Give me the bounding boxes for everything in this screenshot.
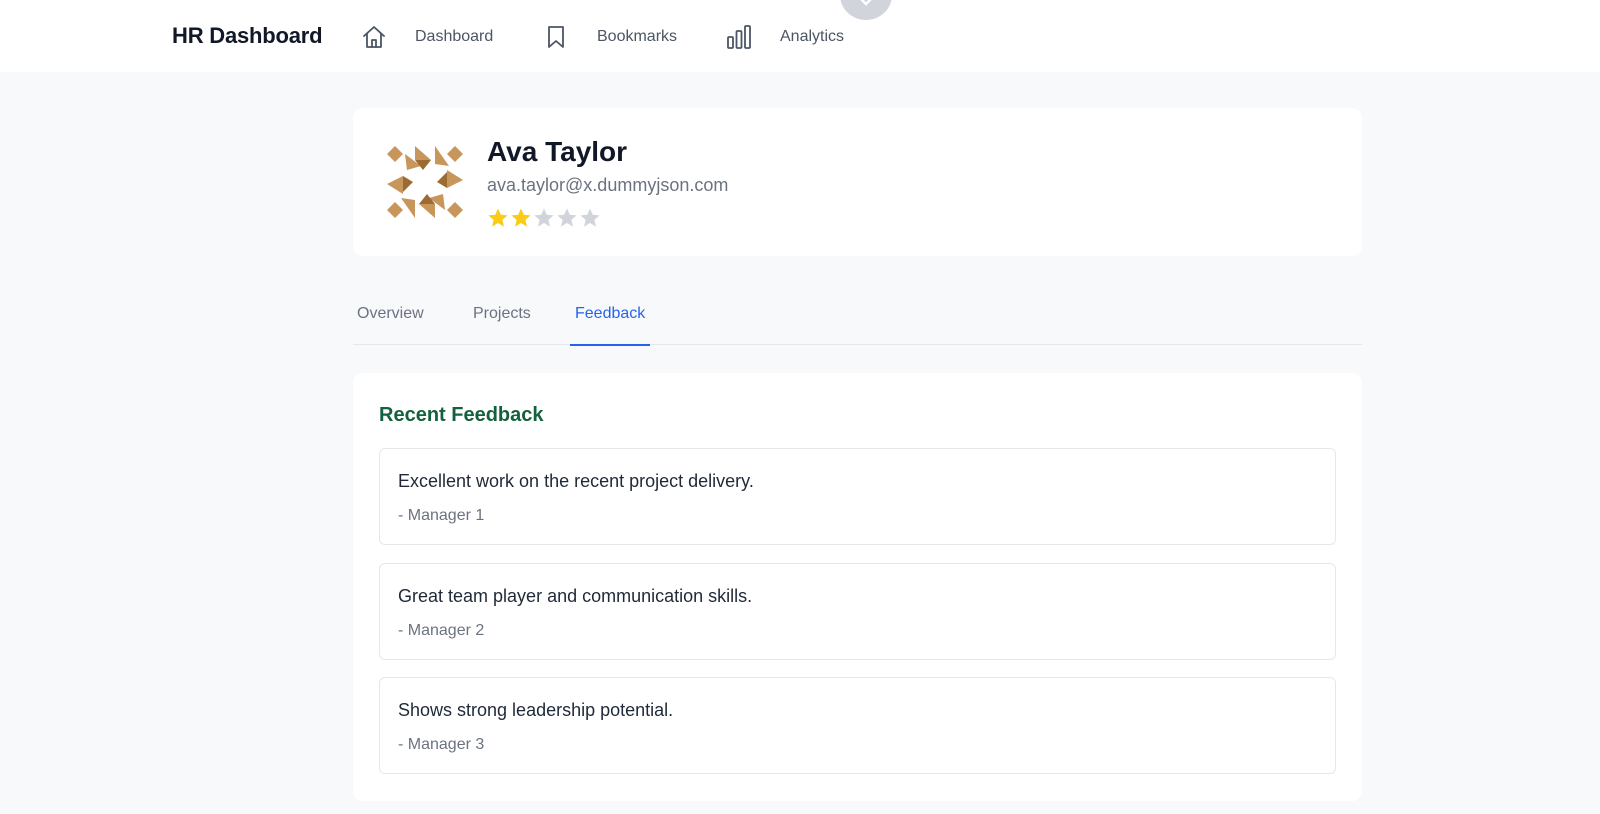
feedback-item: Great team player and communication skil… [379,563,1336,660]
star-empty-icon [533,207,555,229]
tab-overview[interactable]: Overview [357,290,424,345]
profile-tabs: Overview Projects Feedback [353,290,1362,346]
feedback-text: Great team player and communication skil… [398,586,753,606]
nav-label-dashboard: Dashboard [415,28,494,45]
nav-item-analytics[interactable]: Analytics [726,20,844,54]
feedback-author: - Manager 2 [398,622,485,639]
nav-label-bookmarks: Bookmarks [597,28,678,45]
feedback-author: - Manager 1 [398,507,485,524]
nav-item-dashboard[interactable]: Dashboard [361,20,493,54]
employee-name: Ava Taylor [487,136,628,167]
feedback-text: Shows strong leadership potential. [398,700,674,720]
app-brand[interactable]: HR Dashboard [172,23,323,49]
star-filled-icon [510,207,532,229]
nav-label-analytics: Analytics [780,28,845,45]
bookmark-icon [543,24,569,50]
profile-card: Ava Taylor ava.taylor@x.dummyjson.com [353,108,1362,256]
feedback-item: Excellent work on the recent project del… [379,448,1336,545]
star-empty-icon [579,207,601,229]
feedback-text: Excellent work on the recent project del… [398,471,754,491]
star-empty-icon [556,207,578,229]
feedback-author: - Manager 3 [398,736,485,753]
close-button[interactable] [840,0,892,20]
nav-item-bookmarks[interactable]: Bookmarks [543,20,677,54]
close-icon [860,0,872,6]
star-rating [487,207,601,229]
feedback-section-title: Recent Feedback [379,404,544,426]
home-icon [361,24,387,50]
star-filled-icon [487,207,509,229]
top-navigation-bar: HR Dashboard Dashboard Bookmarks Analyti… [0,0,1600,72]
feedback-panel: Recent Feedback Excellent work on the re… [353,373,1362,801]
avatar [385,142,465,222]
bar-chart-icon [726,24,752,50]
employee-email: ava.taylor@x.dummyjson.com [487,175,729,195]
feedback-item: Shows strong leadership potential. - Man… [379,677,1336,774]
tab-feedback[interactable]: Feedback [569,290,651,346]
tab-projects[interactable]: Projects [473,290,531,345]
identicon-avatar-icon [387,146,463,218]
